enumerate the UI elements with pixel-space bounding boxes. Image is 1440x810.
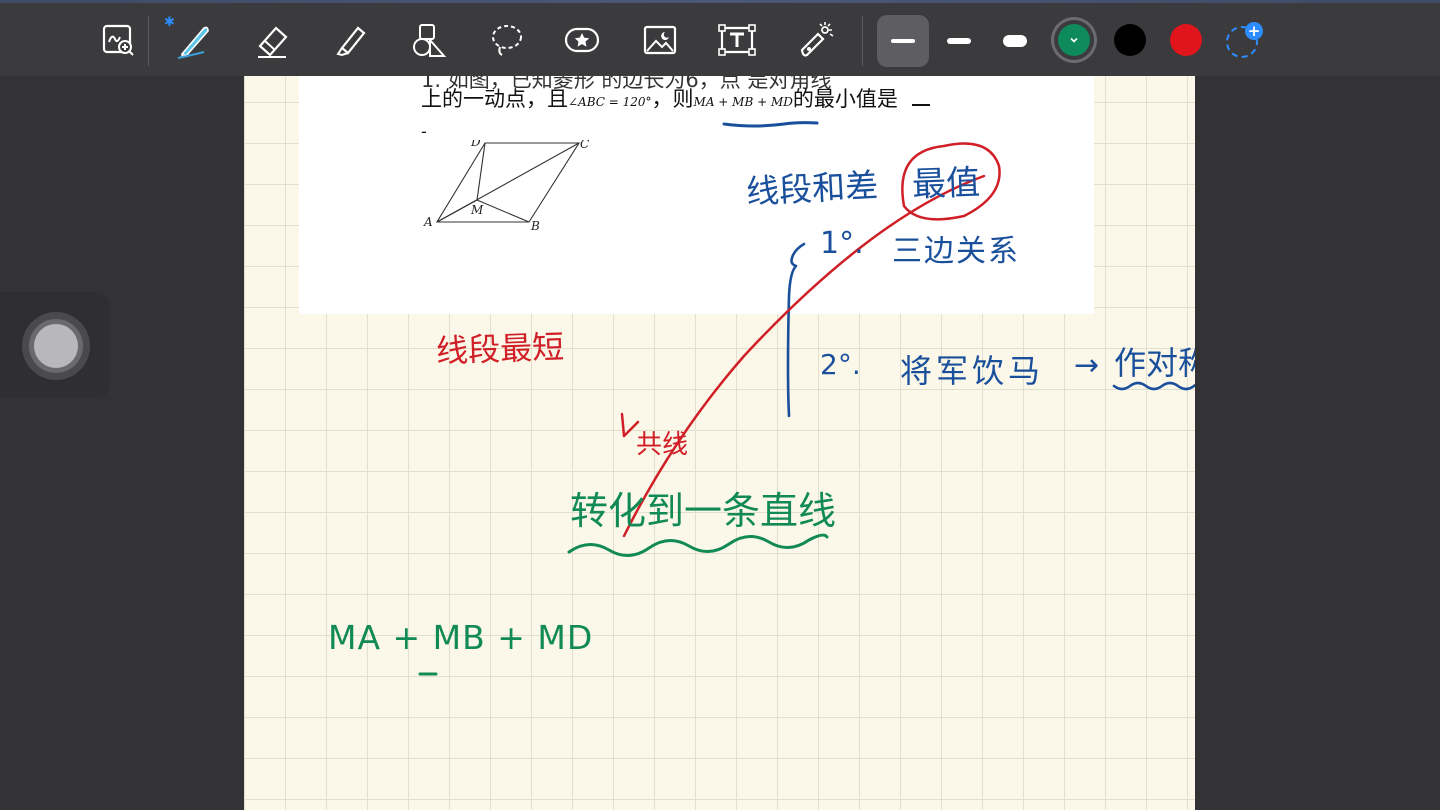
pen-tool-button[interactable] xyxy=(172,18,216,62)
blue-underline-stroke xyxy=(722,121,819,128)
toolbar-divider xyxy=(148,16,149,66)
eraser-icon xyxy=(258,26,288,58)
green-wavy-stroke xyxy=(567,533,829,557)
lasso-icon xyxy=(492,25,522,56)
stroke-width-medium-button[interactable] xyxy=(933,15,985,67)
toolbar-top-accent xyxy=(0,0,1440,3)
zoom-window-icon xyxy=(102,24,134,56)
color-swatch-green[interactable] xyxy=(1058,24,1090,56)
note-item-1-number: 1°. xyxy=(820,226,864,261)
laser-pointer-icon xyxy=(800,22,834,57)
color-swatch-black[interactable] xyxy=(1114,24,1146,56)
note-title: 线段和差 xyxy=(745,165,880,212)
text-box-icon xyxy=(718,24,756,56)
toolbar: ✱ + xyxy=(0,0,1440,76)
lasso-tool-button[interactable] xyxy=(484,18,528,62)
plus-icon[interactable]: + xyxy=(1245,22,1263,40)
note-page[interactable]: 1. 如图，已知菱形 的边长为6，点 是对角线 上的一动点，且∠ABC = 12… xyxy=(244,76,1195,810)
note-shortest-segment: 线段最短 xyxy=(435,327,565,371)
highlighter-icon xyxy=(336,26,366,57)
eraser-tool-button[interactable] xyxy=(250,18,294,62)
star-sticker-icon xyxy=(564,27,600,53)
image-tool-button[interactable] xyxy=(638,18,682,62)
note-conclusion: 转化到一条直线 xyxy=(570,489,837,533)
blue-brace-stroke xyxy=(786,242,806,418)
shapes-tool-button[interactable] xyxy=(406,18,450,62)
note-item-2-number: 2°. xyxy=(820,348,861,381)
stroke-width-thick-button[interactable] xyxy=(989,15,1041,67)
stroke-thick-icon xyxy=(1003,35,1027,47)
stroke-medium-icon xyxy=(947,38,971,44)
stroke-width-fine-button[interactable] xyxy=(877,15,929,67)
note-expression: MA + MB + MD xyxy=(328,618,594,657)
note-collinear: 共线 xyxy=(636,430,689,460)
assistive-touch-icon xyxy=(34,324,78,368)
laser-pointer-tool-button[interactable] xyxy=(794,18,838,62)
image-icon xyxy=(643,25,677,55)
pen-icon xyxy=(177,26,209,59)
note-item-2-arrow: → xyxy=(1074,348,1100,383)
shapes-icon xyxy=(413,24,447,57)
zoom-window-tool-button[interactable] xyxy=(96,18,140,62)
note-circled-word: 最值 xyxy=(911,162,981,206)
toolbar-divider xyxy=(862,16,863,66)
assistive-touch-button[interactable] xyxy=(22,312,90,380)
note-item-2-result: 作对称 xyxy=(1114,344,1195,382)
elements-tool-button[interactable] xyxy=(560,18,604,62)
note-item-2-text: 将军饮马 xyxy=(900,352,1045,390)
chevron-down-icon xyxy=(1070,37,1078,43)
stroke-fine-icon xyxy=(891,39,915,43)
ink-layer xyxy=(418,121,1195,676)
text-tool-button[interactable] xyxy=(715,18,759,62)
note-item-1-text: 三边关系 xyxy=(892,234,1020,269)
color-swatch-red[interactable] xyxy=(1170,24,1202,56)
assistive-touch-ring xyxy=(29,319,83,373)
highlighter-tool-button[interactable] xyxy=(328,18,372,62)
